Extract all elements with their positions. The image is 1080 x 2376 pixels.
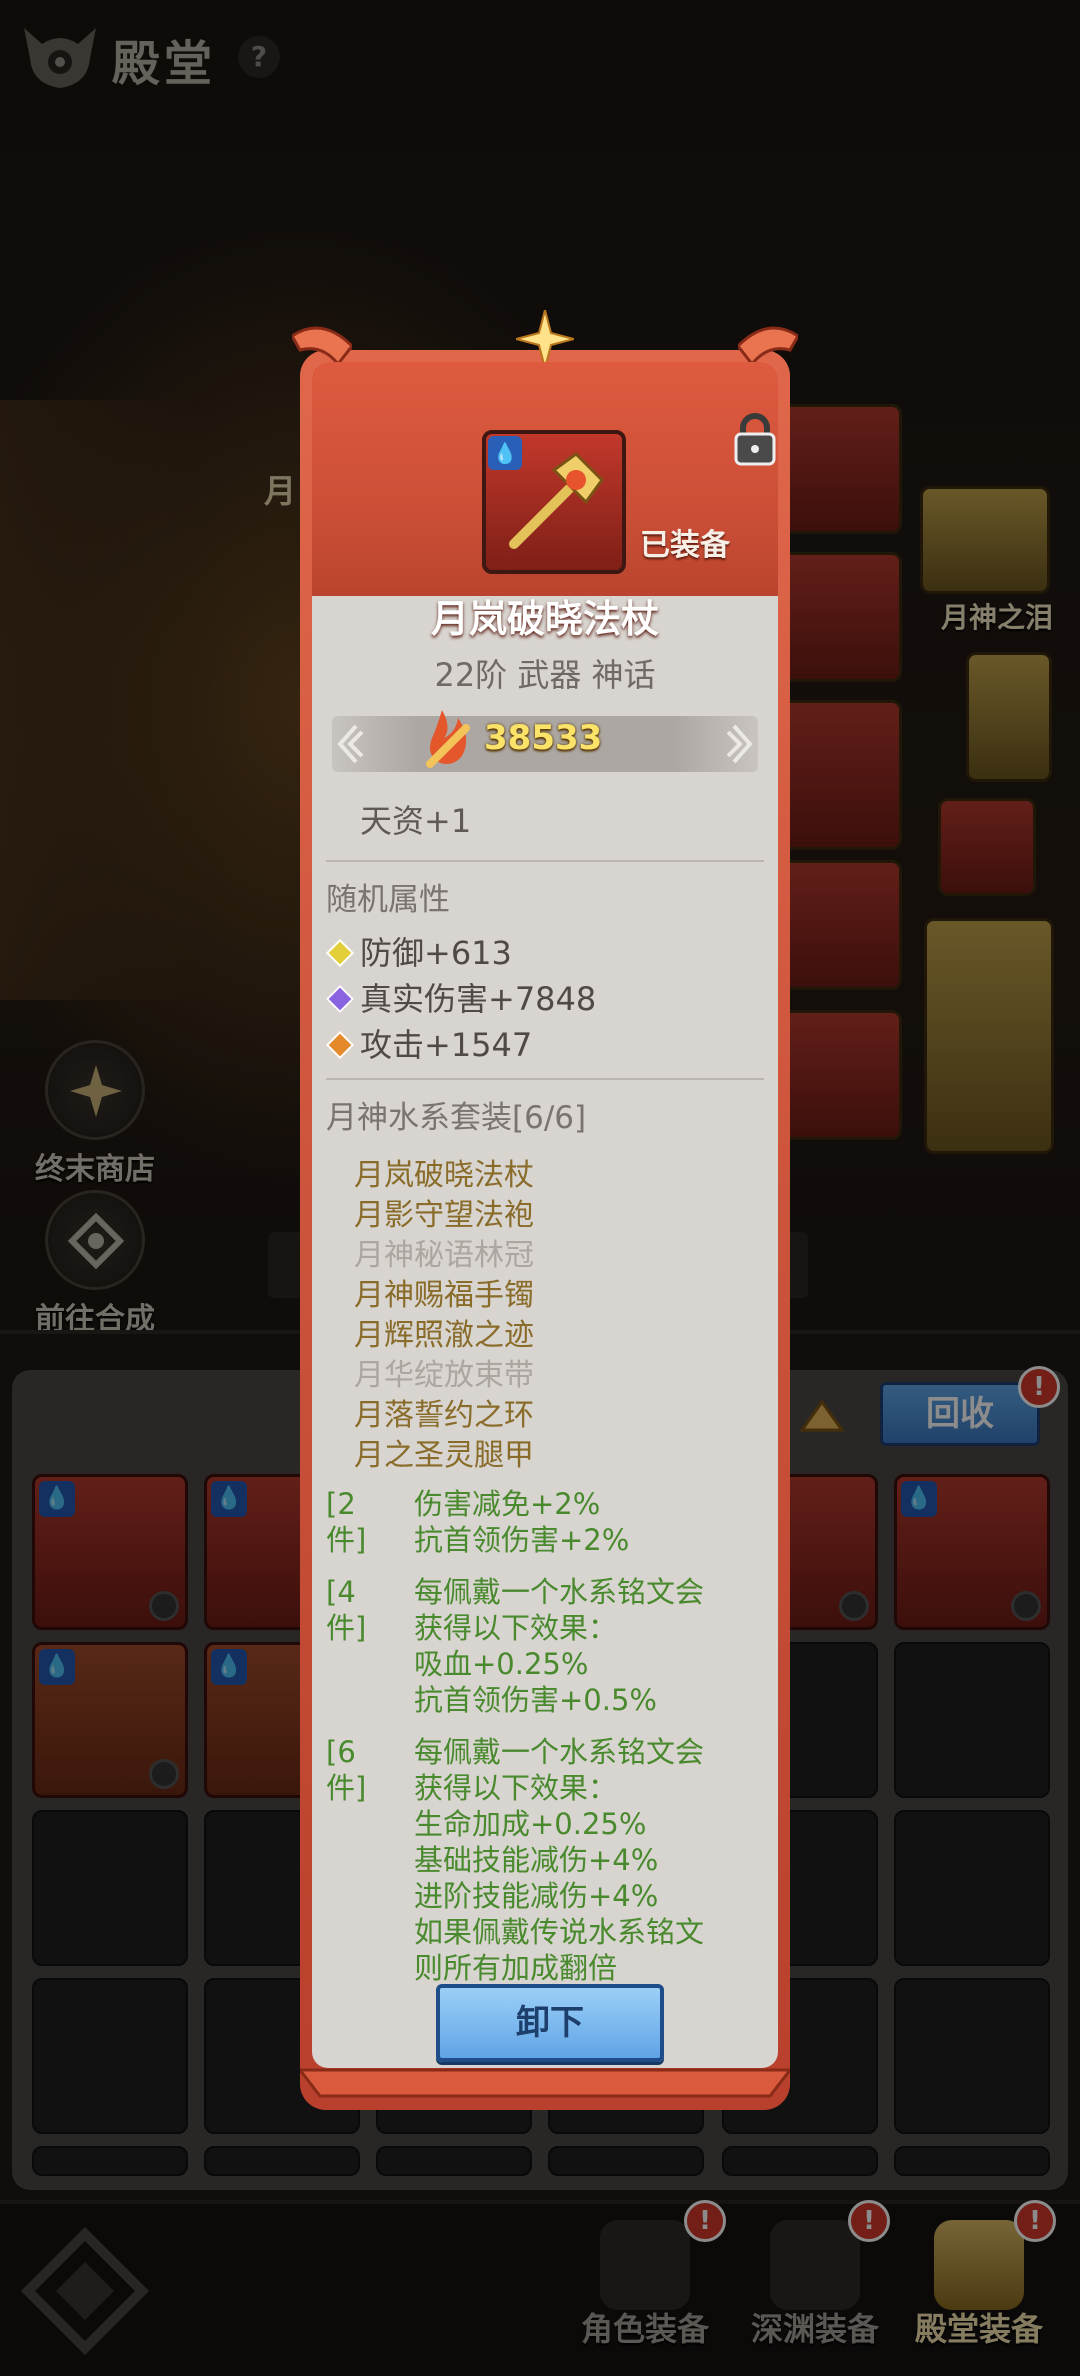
random-attributes-title: 随机属性 <box>326 882 450 918</box>
item-detail-popup: 💧 已装备 月岚破晓法杖 22阶 武器 神话 38533 天资+1 随机属性 防… <box>292 310 798 2110</box>
frame-bottom-ornament <box>300 2068 790 2098</box>
defense-gem-icon <box>325 938 355 968</box>
divider <box>326 1078 764 1080</box>
bonus-line: 每佩戴一个水系铭文会 <box>414 1735 705 1769</box>
true-damage-gem-icon <box>325 984 355 1014</box>
bonus-tag: [6件] <box>326 1735 367 1805</box>
bonus-line: 抗首领伤害+0.5% <box>414 1683 657 1717</box>
unequip-button[interactable]: 卸下 <box>436 1984 664 2062</box>
attribute-text: 攻击+1547 <box>360 1026 533 1064</box>
bonus-line: 获得以下效果： <box>414 1611 618 1645</box>
lock-toggle-icon[interactable] <box>732 412 778 466</box>
attack-gem-icon <box>325 1030 355 1060</box>
attribute-row: 真实伤害+7848 <box>325 974 597 1020</box>
attribute-text: 真实伤害+7848 <box>360 980 597 1018</box>
bonus-line: 伤害减免+2% <box>414 1487 601 1521</box>
frame-corner-ornament <box>738 326 798 366</box>
equipped-label: 已装备 <box>640 528 730 563</box>
talent-stat: 天资+1 <box>360 802 472 840</box>
divider <box>326 860 764 862</box>
bar-ornament <box>726 724 753 764</box>
bonus-line: 吸血+0.25% <box>414 1647 589 1681</box>
attribute-text: 防御+613 <box>360 934 512 972</box>
set-piece: 月神赐福手镯 <box>354 1278 534 1313</box>
frame-corner-ornament <box>292 326 352 366</box>
set-piece: 月辉照澈之迹 <box>354 1318 534 1353</box>
set-piece: 月岚破晓法杖 <box>354 1158 534 1193</box>
bonus-line: 如果佩戴传说水系铭文 <box>414 1915 705 1949</box>
combat-power-icon <box>426 710 470 768</box>
bonus-line: 每佩戴一个水系铭文会 <box>414 1575 705 1609</box>
bonus-line: 抗首领伤害+2% <box>414 1523 630 1557</box>
bonus-line: 进阶技能减伤+4% <box>414 1879 659 1913</box>
popup-body: 💧 已装备 月岚破晓法杖 22阶 武器 神话 38533 天资+1 随机属性 防… <box>312 362 778 2068</box>
bonus-line: 则所有加成翻倍 <box>414 1951 618 1985</box>
bonus-line: 生命加成+0.25% <box>414 1807 647 1841</box>
combat-power-value: 38533 <box>484 718 603 758</box>
attribute-row: 攻击+1547 <box>325 1020 533 1066</box>
bonus-line: 基础技能减伤+4% <box>414 1843 659 1877</box>
set-piece: 月之圣灵腿甲 <box>354 1438 534 1473</box>
sparkle-star-icon <box>516 310 574 368</box>
item-icon: 💧 <box>482 430 626 574</box>
bonus-tag: [4件] <box>326 1575 367 1645</box>
bonus-tag: [2件] <box>326 1487 367 1557</box>
item-grade: 22阶 武器 神话 <box>434 656 656 694</box>
set-piece: 月神秘语林冠 <box>354 1238 534 1273</box>
set-piece: 月影守望法袍 <box>354 1198 534 1233</box>
set-title: 月神水系套装[6/6] <box>326 1100 587 1136</box>
item-name: 月岚破晓法杖 <box>430 597 659 641</box>
bonus-line: 获得以下效果： <box>414 1771 618 1805</box>
attribute-row: 防御+613 <box>325 928 512 974</box>
set-piece: 月落誓约之环 <box>354 1398 534 1433</box>
staff-icon <box>509 452 604 549</box>
bar-ornament <box>337 724 364 764</box>
set-piece: 月华绽放束带 <box>354 1358 534 1393</box>
